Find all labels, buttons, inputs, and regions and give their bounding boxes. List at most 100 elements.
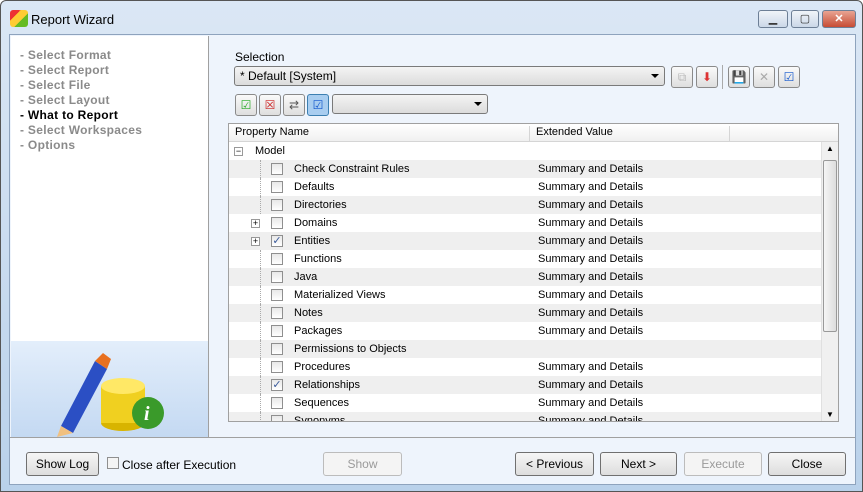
row-checkbox[interactable] [271,253,283,265]
extended-value[interactable]: Summary and Details [538,235,643,247]
check-filter-icon[interactable]: ☑ [307,94,329,116]
property-name: Procedures [294,361,351,373]
row-checkbox[interactable]: ✓ [271,379,283,391]
header-property-name[interactable]: Property Name [229,126,530,142]
save-icon[interactable]: 💾 [728,66,750,88]
close-button[interactable]: Close [768,452,846,476]
tree-row[interactable]: Synonyms Summary and Details [229,412,821,422]
property-name: Functions [294,253,342,265]
extended-value[interactable]: Summary and Details [538,397,643,409]
wizard-body: - Select Format - Select Report - Select F… [9,34,856,485]
extended-value[interactable]: Summary and Details [538,325,643,337]
tree-row[interactable]: + ✓ Entities Summary and Details [229,232,821,250]
toolbar-divider [722,65,723,89]
extended-value[interactable]: Summary and Details [538,217,643,229]
row-checkbox[interactable] [271,343,283,355]
extended-value[interactable]: Summary and Details [538,181,643,193]
properties-icon[interactable]: ☑ [778,66,800,88]
check-all-icon[interactable]: ☑ [235,94,257,116]
tree-row[interactable]: Permissions to Objects [229,340,821,358]
tree-row[interactable]: Functions Summary and Details [229,250,821,268]
row-checkbox[interactable] [271,199,283,211]
tree-line [260,304,261,322]
app-icon [10,10,28,27]
property-name: Domains [294,217,338,229]
uncheck-all-icon[interactable]: ☒ [259,94,281,116]
chevron-down-icon [651,74,659,78]
row-checkbox[interactable] [271,397,283,409]
row-checkbox[interactable] [271,181,283,193]
row-checkbox[interactable] [271,325,283,337]
filter-dropdown[interactable] [332,94,488,114]
chevron-down-icon [474,102,482,106]
execute-button[interactable]: Execute [684,452,762,476]
extended-value[interactable]: Summary and Details [538,199,643,211]
header-extended-value[interactable]: Extended Value [530,126,730,142]
extended-value[interactable]: Summary and Details [538,289,643,301]
row-checkbox[interactable] [271,163,283,175]
tree-row[interactable]: Check Constraint Rules Summary and Detail… [229,160,821,178]
tree-row[interactable]: Notes Summary and Details [229,304,821,322]
wizard-step[interactable]: - Select Format [20,48,111,62]
maximize-button[interactable]: ▢ [791,10,819,28]
minimize-button[interactable]: ▁ [758,10,788,28]
row-checkbox[interactable] [271,217,283,229]
property-name: Materialized Views [294,289,386,301]
row-checkbox[interactable] [271,415,283,421]
tree-row[interactable]: Java Summary and Details [229,268,821,286]
tree-line [260,160,261,178]
next-button[interactable]: Next > [600,452,677,476]
wizard-step[interactable]: - Select Workspaces [20,123,142,137]
tree-line [260,250,261,268]
delete-icon[interactable]: ✕ [753,66,775,88]
tree-row[interactable]: ✓ Relationships Summary and Details [229,376,821,394]
tree-root-row[interactable]: − Model [229,142,821,160]
close-window-button[interactable]: ✕ [822,10,856,28]
property-name: Java [294,271,318,283]
copy-selection-icon[interactable]: ⧉ [671,66,693,88]
tree-line [260,376,261,394]
extended-value[interactable]: Summary and Details [538,415,643,421]
previous-button[interactable]: < Previous [515,452,594,476]
scrollbar-thumb[interactable] [823,160,837,332]
wizard-step[interactable]: - Options [20,138,75,152]
import-selection-icon[interactable]: ⬇ [696,66,718,88]
invert-check-icon[interactable]: ⇄ [283,94,305,116]
wizard-step[interactable]: - Select Layout [20,93,110,107]
extended-value[interactable]: Summary and Details [538,361,643,373]
extended-value[interactable]: Summary and Details [538,271,643,283]
wizard-illustration: i [11,341,208,437]
extended-value[interactable]: Summary and Details [538,163,643,175]
tree-row[interactable]: Defaults Summary and Details [229,178,821,196]
row-checkbox[interactable] [271,289,283,301]
row-checkbox[interactable] [271,271,283,283]
row-checkbox[interactable] [271,361,283,373]
show-button[interactable]: Show [323,452,402,476]
scroll-down-icon[interactable]: ▼ [826,410,834,419]
scroll-up-icon[interactable]: ▲ [826,144,834,153]
tree-line [260,412,261,421]
wizard-step[interactable]: - Select Report [20,63,109,77]
tree-row[interactable]: Packages Summary and Details [229,322,821,340]
row-checkbox[interactable] [271,307,283,319]
tree-row[interactable]: Sequences Summary and Details [229,394,821,412]
vertical-scrollbar[interactable]: ▲ ▼ [821,142,838,421]
tree-row[interactable]: Materialized Views Summary and Details [229,286,821,304]
wizard-step[interactable]: - Select File [20,78,91,92]
property-name: Relationships [294,379,361,391]
close-after-execution-checkbox[interactable] [107,457,119,469]
extended-value[interactable]: Summary and Details [538,307,643,319]
selection-dropdown[interactable]: * Default [System] [234,66,665,86]
collapse-icon[interactable]: − [234,147,243,156]
show-log-button[interactable]: Show Log [26,452,99,476]
tree-row[interactable]: Directories Summary and Details [229,196,821,214]
expand-icon[interactable]: + [251,237,260,246]
extended-value[interactable]: Summary and Details [538,379,643,391]
extended-value[interactable]: Summary and Details [538,253,643,265]
wizard-step[interactable]: - What to Report [20,108,118,122]
property-name: Synonyms [294,415,346,422]
tree-row[interactable]: Procedures Summary and Details [229,358,821,376]
row-checkbox[interactable]: ✓ [271,235,283,247]
tree-row[interactable]: + Domains Summary and Details [229,214,821,232]
expand-icon[interactable]: + [251,219,260,228]
